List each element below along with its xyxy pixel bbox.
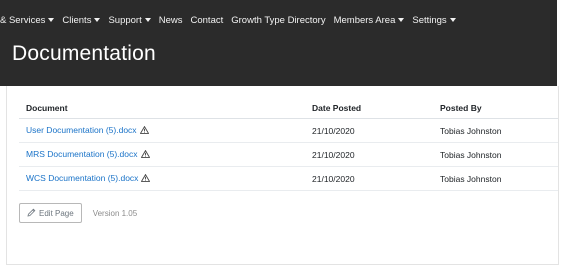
date-posted-cell: 21/10/2020: [305, 142, 433, 167]
document-link[interactable]: User Documentation (5).docx: [26, 125, 137, 135]
caret-down-icon: [449, 18, 456, 22]
nav-item-clients[interactable]: Clients: [62, 14, 101, 26]
top-header: & Services Clients Support News Contact …: [0, 0, 557, 86]
nav-item-label: & Services: [0, 14, 46, 26]
date-posted-cell: 21/10/2020: [305, 166, 433, 191]
warning-triangle-icon: [140, 149, 150, 160]
edit-page-label: Edit Page: [39, 208, 74, 218]
nav-item-support[interactable]: Support: [108, 14, 151, 26]
nav-item-label: Support: [108, 14, 142, 26]
nav-item-settings[interactable]: Settings: [412, 14, 456, 26]
table-row: User Documentation (5).docx 21/10/2020 T…: [19, 118, 558, 143]
column-header-date-posted: Date Posted: [305, 98, 433, 119]
document-cell: MRS Documentation (5).docx: [19, 142, 305, 167]
nav-item-contact[interactable]: Contact: [191, 15, 224, 26]
nav-item-label: Growth Type Directory: [231, 14, 326, 26]
page-footer-actions: Edit Page Version 1.05: [19, 203, 137, 223]
nav-item-growth-type-directory[interactable]: Growth Type Directory: [231, 15, 325, 26]
table-row: MRS Documentation (5).docx 21/10/2020 To…: [19, 142, 558, 167]
warning-triangle-icon: [139, 125, 149, 136]
nav-item-label: Clients: [62, 14, 92, 26]
caret-down-icon: [398, 18, 405, 22]
table-header-row: Document Date Posted Posted By: [19, 98, 558, 119]
nav-item-members-area[interactable]: Members Area: [334, 15, 405, 26]
document-cell: User Documentation (5).docx: [19, 118, 305, 143]
nav-item-news[interactable]: News: [159, 15, 183, 26]
caret-down-icon: [48, 18, 55, 22]
posted-by-cell: Tobias Johnston: [433, 118, 558, 143]
document-cell: WCS Documentation (5).docx: [19, 166, 305, 191]
nav-item-services[interactable]: & Services: [0, 14, 55, 26]
column-header-posted-by: Posted By: [433, 98, 558, 119]
pencil-icon: [27, 208, 36, 219]
nav-item-label: Settings: [412, 14, 447, 26]
posted-by-cell: Tobias Johnston: [433, 142, 558, 167]
page-title: Documentation: [12, 42, 156, 65]
main-nav: & Services Clients Support News Contact …: [0, 13, 464, 27]
nav-item-label: Members Area: [333, 14, 396, 26]
version-label: Version 1.05: [92, 208, 138, 218]
caret-down-icon: [144, 18, 151, 22]
table-row: WCS Documentation (5).docx 21/10/2020 To…: [19, 166, 558, 191]
document-link[interactable]: WCS Documentation (5).docx: [26, 173, 138, 183]
warning-triangle-icon: [141, 173, 151, 184]
documents-table: Document Date Posted Posted By User Docu…: [19, 98, 558, 191]
date-posted-cell: 21/10/2020: [305, 118, 433, 143]
posted-by-cell: Tobias Johnston: [433, 166, 558, 191]
column-header-document: Document: [19, 98, 305, 119]
nav-item-label: News: [158, 14, 183, 26]
document-link[interactable]: MRS Documentation (5).docx: [26, 149, 138, 159]
nav-item-label: Contact: [190, 14, 224, 26]
caret-down-icon: [94, 18, 101, 22]
edit-page-button[interactable]: Edit Page: [19, 203, 82, 223]
content-panel: Document Date Posted Posted By User Docu…: [6, 86, 559, 265]
